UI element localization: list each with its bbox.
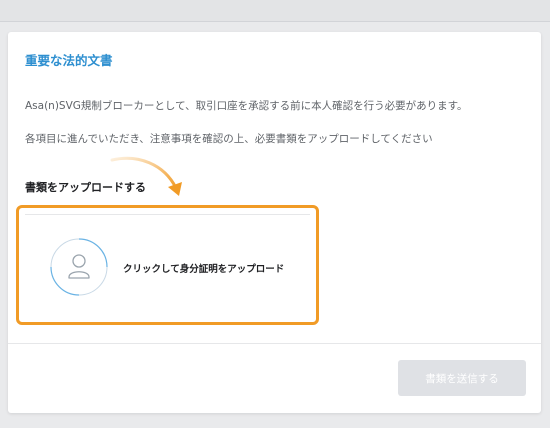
page-title: 重要な法的文書 bbox=[25, 53, 113, 68]
top-bar bbox=[0, 0, 550, 22]
upload-section-label: 書類をアップロードする bbox=[25, 181, 146, 194]
upload-inner-panel: クリックして身分証明をアップロード bbox=[25, 214, 310, 316]
legal-documents-card: 重要な法的文書 Asa(n)SVG規制ブローカーとして、取引口座を承認する前に本… bbox=[8, 32, 541, 413]
submit-documents-button[interactable]: 書類を送信する bbox=[398, 360, 526, 396]
description-text-1: Asa(n)SVG規制ブローカーとして、取引口座を承認する前に本人確認を行う必要… bbox=[25, 100, 468, 112]
id-upload-dropzone[interactable]: クリックして身分証明をアップロード bbox=[16, 205, 319, 325]
id-person-icon bbox=[50, 238, 108, 296]
upload-label: クリックして身分証明をアップロード bbox=[123, 264, 285, 275]
description-text-2: 各項目に進んでいただき、注意事項を確認の上、必要書類をアップロードしてください bbox=[25, 133, 433, 145]
footer-divider bbox=[8, 343, 541, 344]
